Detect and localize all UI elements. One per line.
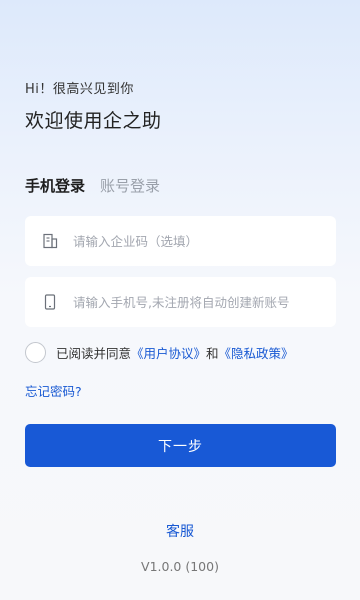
next-button[interactable]: 下一步 (25, 424, 336, 467)
company-code-input[interactable] (73, 233, 336, 249)
login-tabs: 手机登录 账号登录 (25, 175, 175, 196)
agreement-prefix: 已阅读并同意 (56, 346, 132, 361)
agreement-row: 已阅读并同意《用户协议》和《隐私政策》 (25, 342, 294, 363)
welcome-title: 欢迎使用企之助 (25, 110, 162, 132)
phone-icon (41, 293, 59, 311)
agreement-checkbox[interactable] (25, 342, 46, 363)
privacy-policy-link[interactable]: 《隐私政策》 (219, 346, 294, 361)
greeting-text: Hi！很高兴见到你 (25, 82, 134, 97)
agreement-and: 和 (206, 346, 219, 361)
customer-service-link[interactable]: 客服 (0, 521, 360, 541)
company-code-field[interactable] (25, 216, 336, 266)
building-icon (41, 232, 59, 250)
version-text: V1.0.0 (100) (141, 559, 219, 574)
tab-account-login[interactable]: 账号登录 (100, 175, 160, 196)
tab-phone-login[interactable]: 手机登录 (25, 175, 85, 196)
phone-input[interactable] (73, 294, 336, 310)
forgot-password-link[interactable]: 忘记密码? (25, 381, 82, 400)
agreement-text: 已阅读并同意《用户协议》和《隐私政策》 (56, 343, 294, 362)
phone-field[interactable] (25, 277, 336, 327)
user-agreement-link[interactable]: 《用户协议》 (131, 346, 206, 361)
